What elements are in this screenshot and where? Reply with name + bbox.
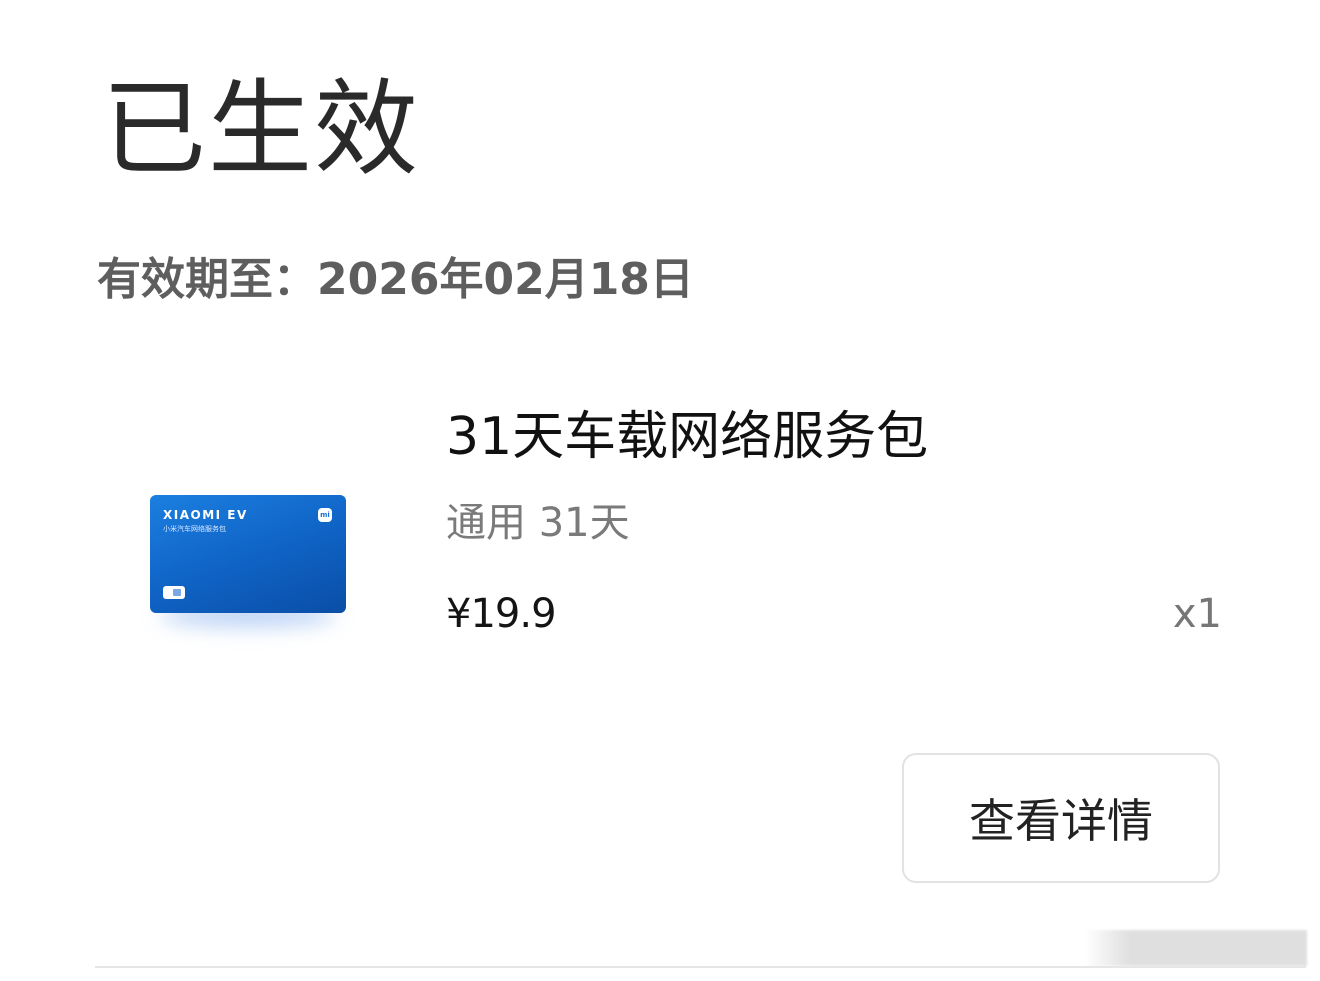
product-name: 31天车载网络服务包 <box>446 407 929 467</box>
corner-overlay <box>1085 930 1307 966</box>
sim-chip-icon <box>163 586 185 599</box>
mi-logo-icon: mi <box>318 508 332 522</box>
view-details-button[interactable]: 查看详情 <box>902 753 1220 883</box>
product-quantity: x1 <box>1172 591 1222 637</box>
order-status-title: 已生效 <box>102 68 421 190</box>
bottom-divider <box>95 966 1306 968</box>
product-price: ¥19.9 <box>446 591 557 637</box>
product-card-image: XIAOMI EV 小米汽车网络服务包 mi <box>150 495 346 627</box>
card-brand-text: XIAOMI EV <box>163 508 248 522</box>
card-subtitle: 小米汽车网络服务包 <box>163 525 226 533</box>
validity-date: 有效期至：2026年02月18日 <box>97 254 694 305</box>
sim-card-visual: XIAOMI EV 小米汽车网络服务包 mi <box>150 495 346 613</box>
product-spec: 通用 31天 <box>446 500 630 546</box>
